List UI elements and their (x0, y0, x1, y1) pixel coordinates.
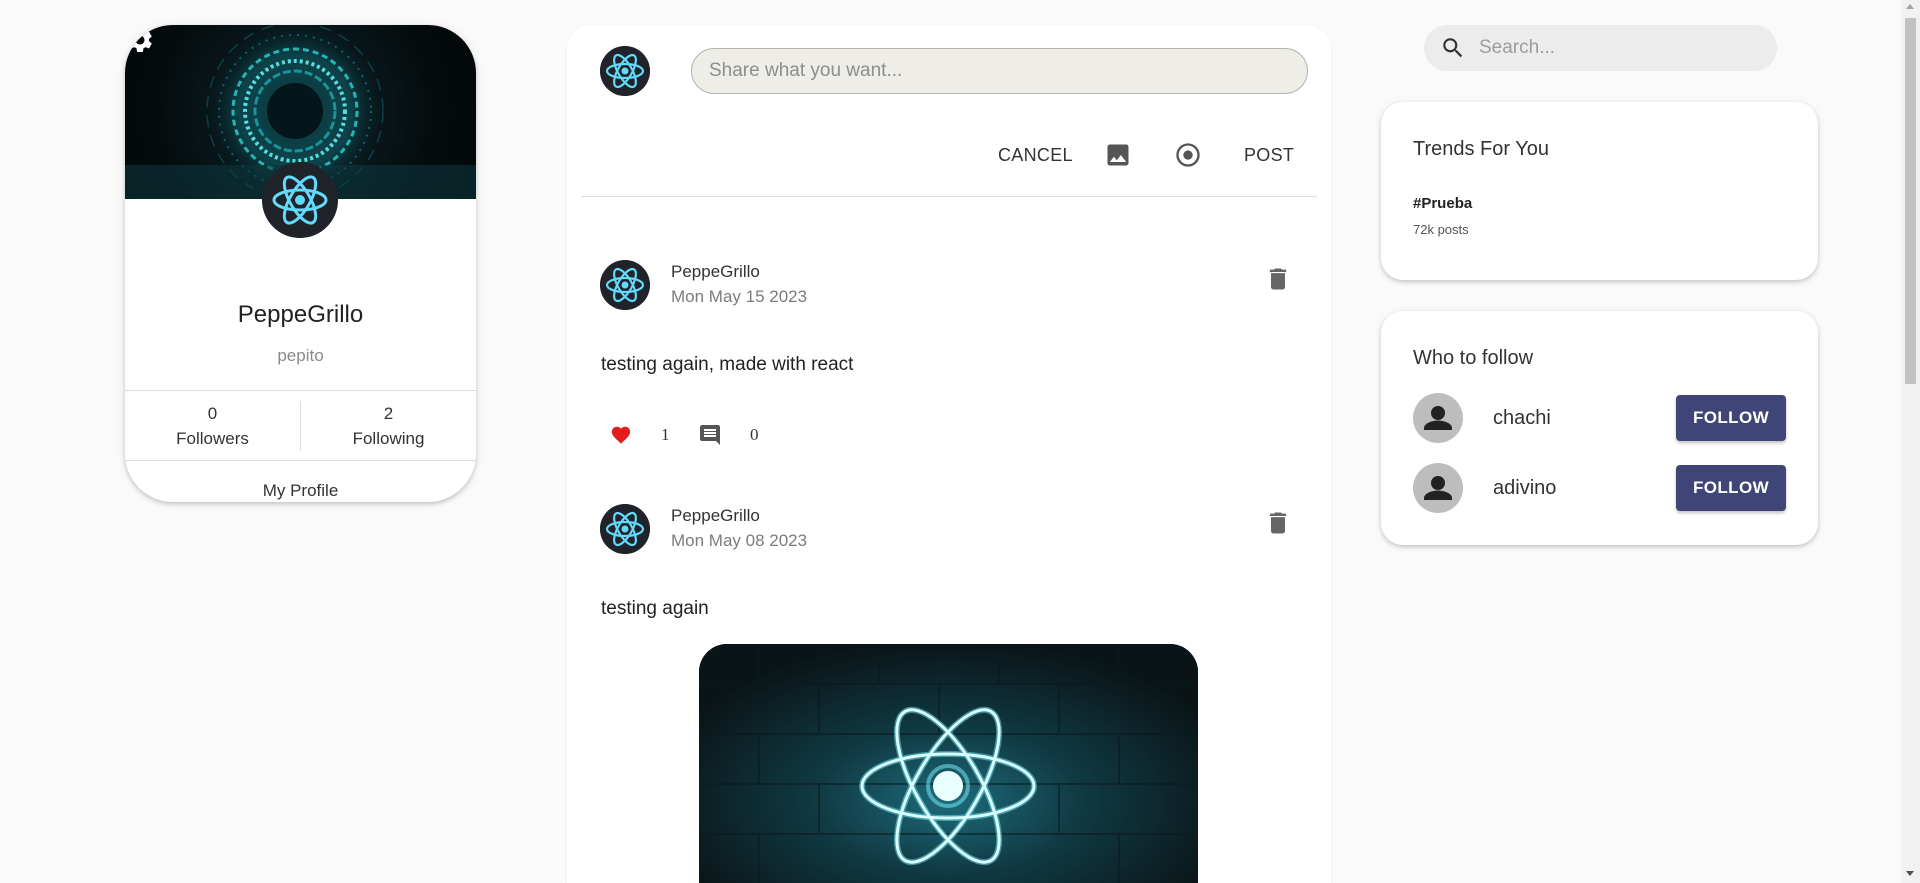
profile-avatar (262, 162, 338, 238)
comment-icon[interactable] (698, 423, 722, 447)
cancel-button[interactable]: CANCEL (998, 145, 1073, 166)
gear-icon[interactable] (125, 25, 155, 55)
scrollbar[interactable] (1901, 0, 1920, 883)
scrollbar-thumb[interactable] (1905, 18, 1916, 384)
radio-target-icon[interactable] (1174, 141, 1202, 169)
post-author[interactable]: PeppeGrillo (671, 262, 760, 282)
person-icon (1424, 406, 1452, 430)
post-date: Mon May 15 2023 (671, 287, 808, 306)
following-label: Following (352, 429, 425, 448)
react-logo-neon-image (699, 644, 1198, 883)
comment-count: 0 (750, 425, 759, 444)
react-logo-icon (262, 162, 338, 238)
image-icon[interactable] (1104, 141, 1132, 169)
scroll-down-arrow-icon[interactable] (1906, 871, 1914, 876)
search-box[interactable] (1424, 25, 1777, 71)
composer-avatar (600, 46, 650, 96)
post-button[interactable]: POST (1244, 145, 1294, 166)
profile-username: pepito (277, 346, 324, 365)
trash-icon[interactable] (1264, 509, 1292, 537)
my-profile-link[interactable]: My Profile (125, 481, 476, 501)
following-stat: 2 Following (301, 401, 476, 451)
search-input[interactable] (1479, 25, 1759, 71)
post-text: testing again, made with react (601, 354, 854, 375)
react-logo-icon (600, 46, 650, 96)
post-avatar (600, 260, 650, 310)
profile-display-name: PeppeGrillo (237, 301, 364, 328)
composer-divider (581, 196, 1317, 197)
divider (125, 390, 476, 391)
followers-stat: 0 Followers (125, 401, 300, 451)
heart-icon[interactable] (610, 424, 632, 446)
person-icon (1424, 476, 1452, 500)
post-author[interactable]: PeppeGrillo (671, 506, 760, 526)
follow-username[interactable]: adivino (1493, 477, 1556, 500)
trends-title: Trends For You (1413, 138, 1550, 160)
following-count: 2 (383, 404, 394, 423)
trends-card: Trends For You #Prueba 72k posts (1381, 102, 1818, 280)
follow-button[interactable]: FOLLOW (1676, 465, 1786, 511)
post-image[interactable] (699, 644, 1198, 883)
avatar (1413, 463, 1463, 513)
divider (125, 460, 476, 461)
scroll-up-arrow-icon[interactable] (1906, 4, 1914, 9)
who-to-follow-title: Who to follow (1413, 347, 1534, 369)
trend-tag[interactable]: #Prueba (1413, 195, 1472, 212)
trash-icon[interactable] (1264, 265, 1292, 293)
follow-button[interactable]: FOLLOW (1676, 395, 1786, 441)
who-to-follow-card: Who to follow chachi FOLLOW adivino FOLL… (1381, 311, 1818, 545)
post-text: testing again (601, 598, 709, 619)
follow-username[interactable]: chachi (1493, 407, 1551, 430)
post-date: Mon May 08 2023 (671, 531, 808, 550)
react-logo-icon (600, 504, 650, 554)
avatar (1413, 393, 1463, 443)
search-icon (1443, 38, 1463, 58)
like-count: 1 (661, 425, 670, 444)
share-input[interactable] (691, 48, 1308, 94)
followers-count: 0 (207, 404, 218, 423)
followers-label: Followers (176, 429, 249, 448)
feed-panel: CANCEL POST PeppeGrillo Mon May 15 2023 … (567, 25, 1331, 883)
react-logo-icon (600, 260, 650, 310)
post-avatar (600, 504, 650, 554)
trend-count: 72k posts (1413, 222, 1469, 237)
profile-card: PeppeGrillo pepito 0 Followers 2 Followi… (125, 25, 476, 502)
